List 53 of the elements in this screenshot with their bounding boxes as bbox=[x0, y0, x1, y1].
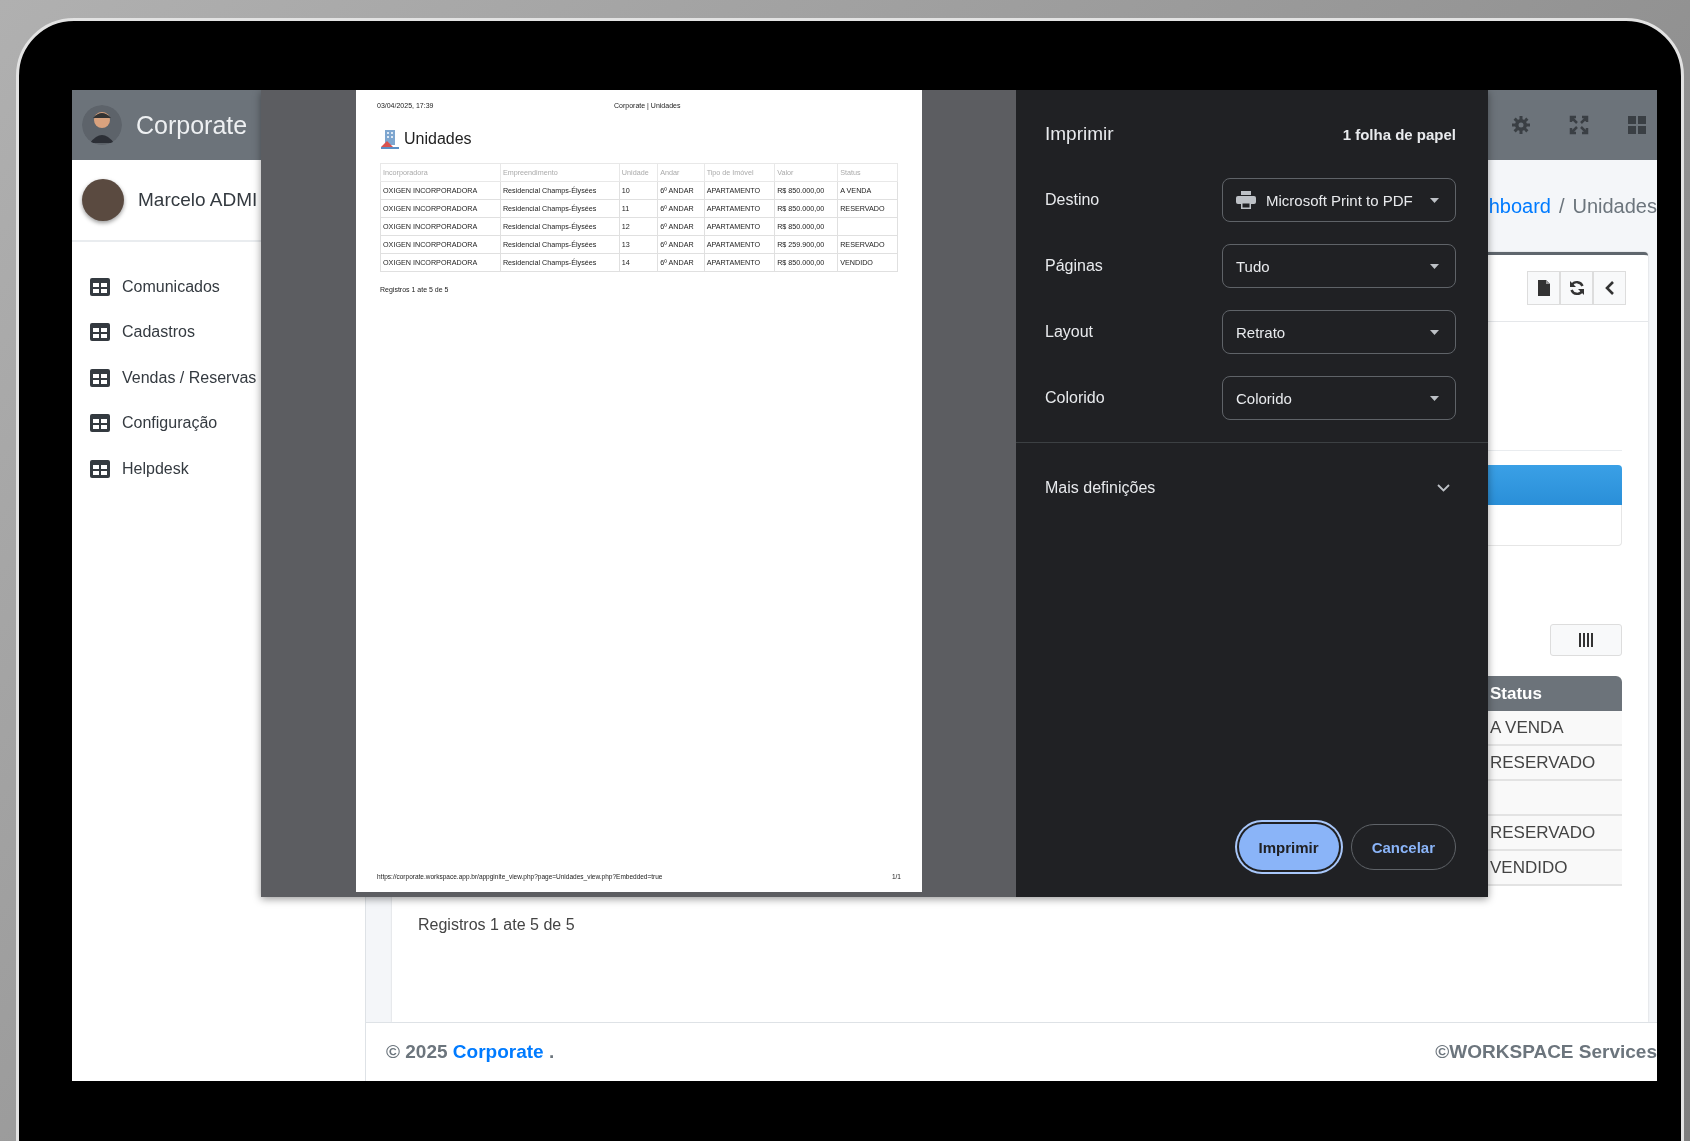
avatar-icon bbox=[82, 105, 122, 145]
table-icon bbox=[90, 459, 110, 478]
brand-name[interactable]: Corporate bbox=[136, 110, 248, 140]
chevron-left-icon bbox=[1604, 280, 1615, 296]
sidebar-item[interactable]: Helpdesk bbox=[72, 446, 189, 492]
table-icon bbox=[90, 277, 110, 296]
dropdown[interactable]: Microsoft Print to PDF bbox=[1222, 178, 1456, 222]
table-icon bbox=[90, 323, 110, 342]
user-avatar bbox=[82, 179, 124, 221]
breadcrumb-link[interactable]: hboard bbox=[1488, 194, 1551, 218]
columns-button[interactable] bbox=[1550, 624, 1622, 656]
printer-icon bbox=[1236, 191, 1256, 209]
refresh-icon bbox=[1568, 280, 1585, 296]
sheet-count: 1 folha de papel bbox=[1342, 125, 1456, 143]
breadcrumb-current: Unidades bbox=[1572, 194, 1657, 218]
chevron-down-icon bbox=[1437, 484, 1450, 492]
columns-icon bbox=[1579, 633, 1593, 647]
table-cell-text: RESERVADO bbox=[1489, 752, 1597, 773]
copyright-text: © 2025 Corporate . bbox=[386, 1041, 555, 1063]
table-cell-text: RESERVADO bbox=[1489, 822, 1597, 843]
table-cell-text: A VENDA bbox=[1489, 717, 1565, 738]
setting-label: Destino bbox=[1045, 191, 1101, 209]
sidebar-item[interactable]: Configuração bbox=[72, 400, 218, 446]
file-button[interactable] bbox=[1527, 271, 1560, 305]
sidebar-item[interactable]: Cadastros bbox=[72, 309, 195, 355]
sidebar-item[interactable]: Comunicados bbox=[72, 264, 220, 310]
preview-title: Unidades bbox=[404, 130, 472, 148]
caret-icon bbox=[1430, 197, 1439, 203]
table-icon bbox=[90, 414, 110, 433]
caret-icon bbox=[1430, 329, 1439, 335]
caret-icon bbox=[1430, 395, 1439, 401]
table-cell-text: VENDIDO bbox=[1489, 857, 1569, 878]
column-header: Status bbox=[1489, 683, 1543, 704]
refresh-button[interactable] bbox=[1560, 271, 1593, 305]
more-settings-toggle[interactable]: Mais definições bbox=[1016, 443, 1456, 533]
dropdown[interactable]: Retrato bbox=[1222, 310, 1456, 354]
footer-link[interactable]: Corporate bbox=[452, 1041, 544, 1062]
building-icon bbox=[380, 129, 400, 149]
dropdown[interactable]: Tudo bbox=[1222, 244, 1456, 288]
records-info: Registros 1 ate 5 de 5 bbox=[417, 915, 576, 934]
setting-label: Layout bbox=[1045, 323, 1095, 341]
table-icon bbox=[90, 368, 110, 387]
file-icon bbox=[1537, 280, 1550, 296]
user-name[interactable]: Marcelo ADMI bbox=[138, 189, 258, 211]
collapse-button[interactable] bbox=[1593, 271, 1626, 305]
setting-label: Colorido bbox=[1045, 389, 1106, 407]
dropdown[interactable]: Colorido bbox=[1222, 376, 1456, 420]
breadcrumb-separator: / bbox=[1558, 194, 1565, 218]
setting-label: Páginas bbox=[1045, 257, 1104, 275]
credit-text: ©WORKSPACE Services bbox=[1435, 1041, 1657, 1063]
sidebar-item[interactable]: Vendas / Reservas bbox=[72, 355, 257, 401]
dialog-title: Imprimir bbox=[1045, 123, 1114, 145]
caret-icon bbox=[1430, 263, 1439, 269]
